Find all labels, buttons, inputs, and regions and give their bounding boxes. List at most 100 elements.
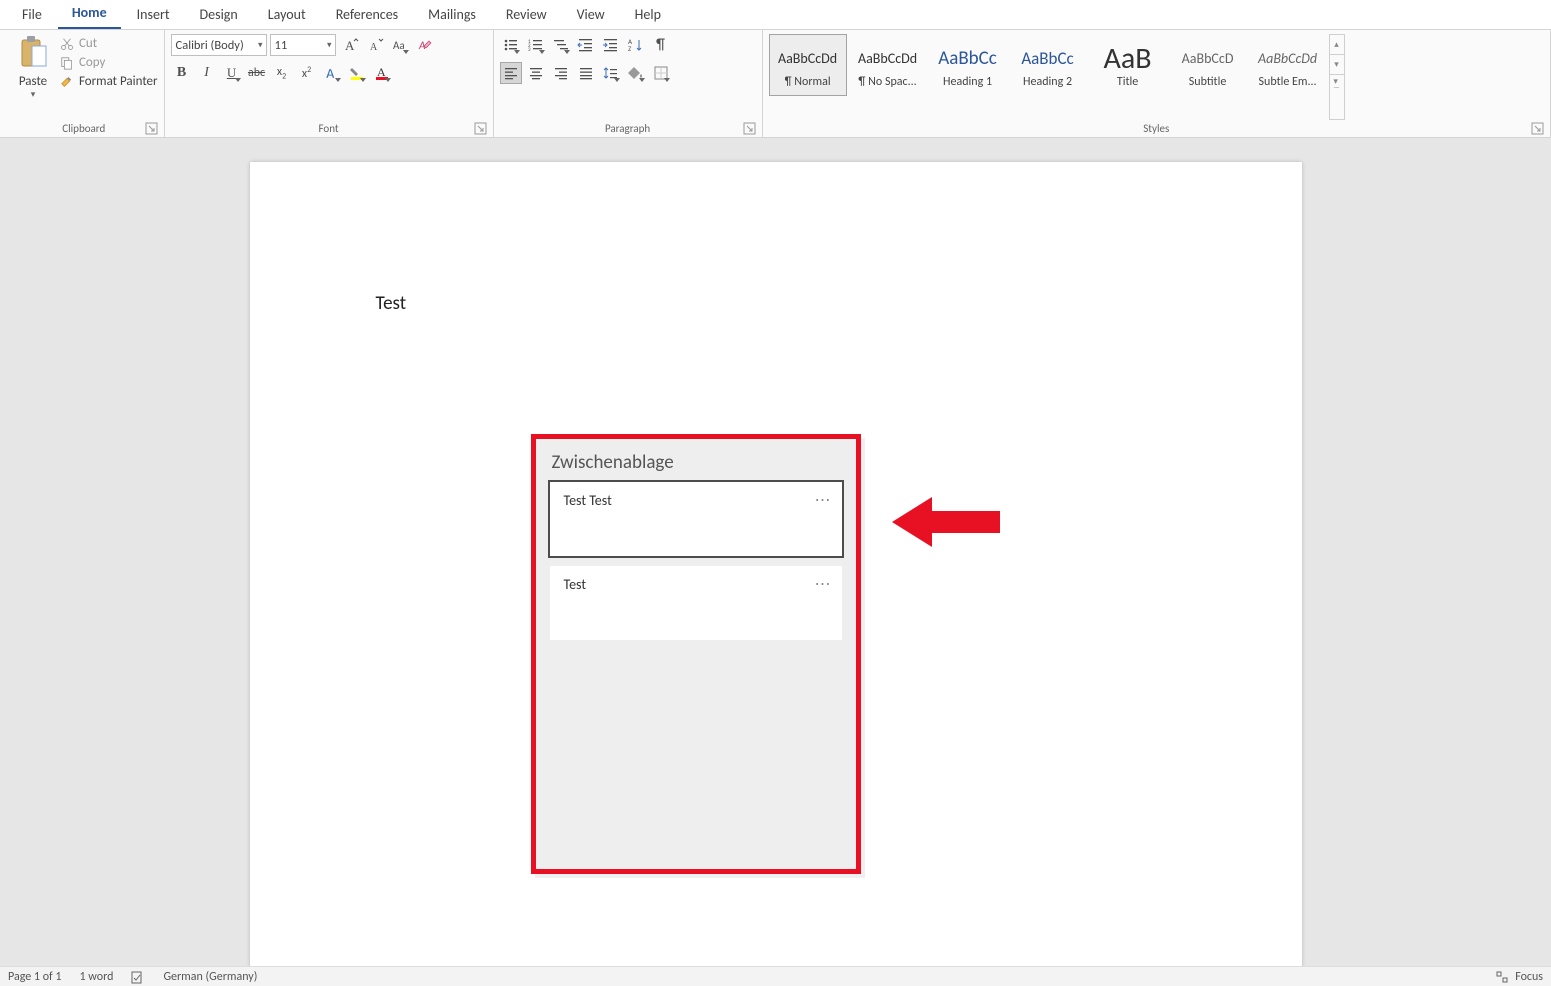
bold-button[interactable]: B bbox=[171, 62, 193, 84]
style-card-subtle-em-[interactable]: AaBbCcDdSubtle Em... bbox=[1249, 34, 1327, 96]
svg-text:A: A bbox=[345, 38, 355, 53]
style-preview: AaBbCcDd bbox=[1258, 41, 1317, 75]
sort-button[interactable]: AZ bbox=[625, 34, 647, 56]
multilevel-list-button[interactable] bbox=[550, 34, 572, 56]
styles-scroll-up[interactable]: ▴ bbox=[1330, 35, 1344, 55]
style-preview: AaBbCcDd bbox=[858, 41, 917, 75]
style-preview: AaBbCcD bbox=[1182, 41, 1234, 75]
line-spacing-button[interactable] bbox=[600, 62, 622, 84]
shading-button[interactable] bbox=[625, 62, 647, 84]
align-left-button[interactable] bbox=[500, 62, 522, 84]
align-right-button[interactable] bbox=[550, 62, 572, 84]
style-name: Subtitle bbox=[1189, 75, 1227, 89]
svg-text:Aa: Aa bbox=[393, 39, 405, 52]
clipboard-item-menu-button[interactable]: ⋯ bbox=[815, 574, 832, 594]
styles-scrollbar: ▴ ▾ ▾— bbox=[1329, 34, 1345, 120]
group-clipboard-label: Clipboard bbox=[62, 122, 105, 135]
styles-more-button[interactable]: ▾— bbox=[1330, 75, 1344, 95]
ribbon: Paste ▾ Cut Copy Format Painter Clipboar… bbox=[0, 30, 1551, 138]
style-card-title[interactable]: AaBTitle bbox=[1089, 34, 1167, 96]
tab-home[interactable]: Home bbox=[58, 0, 121, 29]
chevron-down-icon: ▾ bbox=[258, 40, 263, 51]
format-painter-label: Format Painter bbox=[79, 74, 158, 89]
subscript-button[interactable]: x2 bbox=[271, 62, 293, 84]
style-card-subtitle[interactable]: AaBbCcDSubtitle bbox=[1169, 34, 1247, 96]
focus-button[interactable]: Focus bbox=[1515, 970, 1543, 984]
numbering-button[interactable]: 123 bbox=[525, 34, 547, 56]
grow-font-button[interactable]: A bbox=[339, 34, 361, 56]
styles-dialog-launcher[interactable] bbox=[1531, 122, 1544, 135]
status-word-count[interactable]: 1 word bbox=[80, 970, 114, 984]
ribbon-tabs: File Home Insert Design Layout Reference… bbox=[0, 0, 1551, 30]
tab-mailings[interactable]: Mailings bbox=[414, 0, 490, 29]
show-hide-marks-button[interactable]: ¶ bbox=[650, 34, 672, 56]
tab-view[interactable]: View bbox=[563, 0, 619, 29]
paste-dropdown-icon[interactable]: ▾ bbox=[31, 89, 36, 100]
font-name-select[interactable]: Calibri (Body) ▾ bbox=[171, 34, 267, 56]
clipboard-history-popup: Zwischenablage Test Test⋯Test⋯ bbox=[531, 434, 861, 874]
document-text[interactable]: Test bbox=[376, 292, 1176, 315]
style-name: ¶ Normal bbox=[785, 75, 831, 89]
document-area[interactable]: Test Zwischenablage Test Test⋯Test⋯ bbox=[0, 138, 1551, 966]
align-center-button[interactable] bbox=[525, 62, 547, 84]
change-case-button[interactable]: Aa bbox=[389, 34, 411, 56]
tab-references[interactable]: References bbox=[322, 0, 412, 29]
highlight-button[interactable] bbox=[346, 62, 368, 84]
tab-insert[interactable]: Insert bbox=[123, 0, 184, 29]
text-effects-button[interactable]: A bbox=[321, 62, 343, 84]
font-dialog-launcher[interactable] bbox=[474, 122, 487, 135]
tab-layout[interactable]: Layout bbox=[254, 0, 320, 29]
cut-button[interactable]: Cut bbox=[60, 36, 158, 51]
status-page[interactable]: Page 1 of 1 bbox=[8, 970, 62, 984]
styles-gallery: AaBbCcDd¶ NormalAaBbCcDd¶ No Spac...AaBb… bbox=[769, 34, 1329, 120]
font-name-value: Calibri (Body) bbox=[176, 38, 244, 53]
clipboard-dialog-launcher[interactable] bbox=[145, 122, 158, 135]
clipboard-item-text: Test Test bbox=[564, 492, 612, 509]
strikethrough-button[interactable]: abc bbox=[246, 62, 268, 84]
borders-button[interactable] bbox=[650, 62, 672, 84]
styles-scroll-down[interactable]: ▾ bbox=[1330, 55, 1344, 75]
status-bar: Page 1 of 1 1 word German (Germany) Focu… bbox=[0, 966, 1551, 986]
shrink-font-button[interactable]: A bbox=[364, 34, 386, 56]
superscript-button[interactable]: x2 bbox=[296, 62, 318, 84]
paragraph-dialog-launcher[interactable] bbox=[743, 122, 756, 135]
clipboard-item-menu-button[interactable]: ⋯ bbox=[815, 490, 832, 510]
tab-file[interactable]: File bbox=[8, 0, 56, 29]
underline-button[interactable]: U bbox=[221, 62, 243, 84]
style-name: Heading 1 bbox=[943, 75, 992, 89]
clipboard-history-item[interactable]: Test⋯ bbox=[550, 566, 842, 640]
font-color-button[interactable]: A bbox=[371, 62, 393, 84]
increase-indent-button[interactable] bbox=[600, 34, 622, 56]
style-name: ¶ No Spac... bbox=[858, 75, 916, 89]
clear-formatting-button[interactable]: A bbox=[414, 34, 436, 56]
tab-design[interactable]: Design bbox=[186, 0, 252, 29]
format-painter-button[interactable]: Format Painter bbox=[60, 74, 158, 89]
decrease-indent-button[interactable] bbox=[575, 34, 597, 56]
style-card--normal[interactable]: AaBbCcDd¶ Normal bbox=[769, 34, 847, 96]
font-size-select[interactable]: 11 ▾ bbox=[270, 34, 336, 56]
svg-text:A: A bbox=[370, 42, 378, 53]
svg-text:3: 3 bbox=[528, 47, 531, 53]
group-styles-label: Styles bbox=[1143, 122, 1169, 135]
document-page[interactable]: Test Zwischenablage Test Test⋯Test⋯ bbox=[250, 162, 1302, 966]
copy-button[interactable]: Copy bbox=[60, 55, 158, 70]
style-card--no-spac-[interactable]: AaBbCcDd¶ No Spac... bbox=[849, 34, 927, 96]
spellcheck-icon[interactable] bbox=[131, 970, 145, 984]
tab-help[interactable]: Help bbox=[621, 0, 675, 29]
font-size-value: 11 bbox=[275, 38, 288, 53]
justify-button[interactable] bbox=[575, 62, 597, 84]
clipboard-history-item[interactable]: Test Test ⋯ bbox=[550, 482, 842, 556]
focus-mode-icon bbox=[1495, 970, 1509, 984]
chevron-down-icon: ▾ bbox=[327, 40, 332, 51]
style-card-heading-1[interactable]: AaBbCcHeading 1 bbox=[929, 34, 1007, 96]
style-name: Subtle Em... bbox=[1259, 75, 1317, 89]
tab-review[interactable]: Review bbox=[492, 0, 561, 29]
style-preview: AaB bbox=[1104, 41, 1152, 75]
bullets-button[interactable] bbox=[500, 34, 522, 56]
style-preview: AaBbCc bbox=[938, 41, 997, 75]
annotation-red-arrow-icon bbox=[892, 487, 1002, 561]
italic-button[interactable]: I bbox=[196, 62, 218, 84]
paste-button[interactable]: Paste ▾ bbox=[10, 34, 56, 120]
style-card-heading-2[interactable]: AaBbCcHeading 2 bbox=[1009, 34, 1087, 96]
status-language[interactable]: German (Germany) bbox=[163, 970, 257, 984]
